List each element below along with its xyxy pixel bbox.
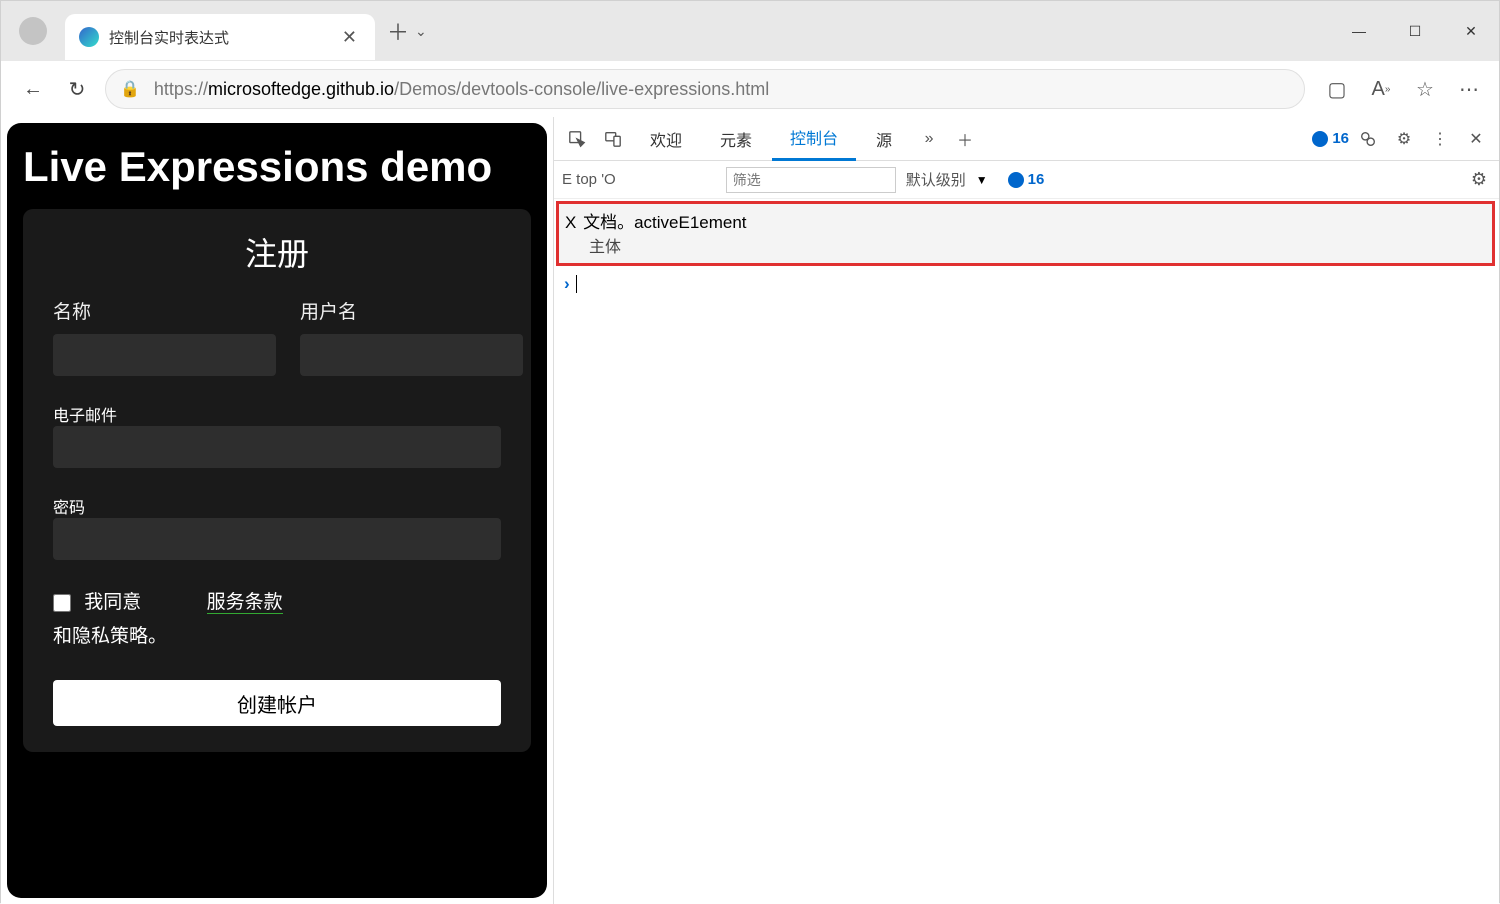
close-devtools-icon[interactable]: ✕	[1459, 122, 1493, 156]
consent-block: 我同意 服务条款 和隐私策略。	[53, 586, 501, 654]
tab-elements[interactable]: 元素	[702, 117, 770, 161]
tab-close-icon[interactable]: ✕	[338, 23, 361, 52]
consent-prefix: 我同意	[84, 592, 141, 613]
browser-window: 控制台实时表达式 ✕ ＋ ⌄ — ☐ ✕ ← ↻ 🔒 https://micro…	[0, 0, 1500, 903]
live-expression-result: 主体	[565, 233, 1486, 257]
console-settings-gear-icon[interactable]: ⚙	[1467, 165, 1491, 194]
url-host: microsoftedge.github.io	[208, 79, 394, 100]
form-title: 注册	[53, 229, 501, 275]
execution-context[interactable]: E top 'O	[562, 171, 616, 188]
nav-bar: ← ↻ 🔒 https://microsoftedge.github.io/De…	[1, 61, 1499, 117]
tab-title: 控制台实时表达式	[109, 27, 328, 48]
devtools-panel: 欢迎 元素 控制台 源 » ＋ 16 ⚙ ⋮ ✕ E top 'O	[553, 117, 1499, 904]
read-aloud-icon[interactable]: A»	[1361, 69, 1401, 109]
issues-dot-icon	[1008, 172, 1024, 188]
chevron-down-icon[interactable]: ▼	[976, 173, 988, 187]
console-prompt[interactable]: ›	[554, 268, 1499, 300]
new-tab-button[interactable]: ＋	[387, 15, 409, 47]
live-expression-box[interactable]: X 文档。activeE1ement 主体	[556, 201, 1495, 266]
app-icon[interactable]: ▢	[1317, 69, 1357, 109]
profile-avatar-icon[interactable]	[19, 17, 47, 45]
password-label: 密码	[53, 494, 501, 518]
kebab-menu-icon[interactable]: ⋮	[1423, 122, 1457, 156]
url-path: /Demos/devtools-console/live-expressions…	[394, 79, 769, 100]
tab-console[interactable]: 控制台	[772, 117, 856, 161]
name-label: 名称	[53, 297, 276, 324]
consent-checkbox[interactable]	[53, 594, 71, 612]
address-bar[interactable]: 🔒 https://microsoftedge.github.io/Demos/…	[105, 69, 1305, 109]
username-input[interactable]	[300, 334, 523, 376]
device-toggle-icon[interactable]	[596, 122, 630, 156]
live-expression-text[interactable]: 文档。activeE1ement	[583, 213, 746, 232]
prompt-chevron-icon: ›	[564, 274, 570, 294]
issues-dot-icon	[1312, 131, 1328, 147]
console-filter-bar: E top 'O 默认级别 ▼ 16 ⚙	[554, 161, 1499, 199]
remove-expression-icon[interactable]: X	[565, 213, 576, 232]
email-label: 电子邮件	[53, 402, 501, 426]
tab-actions-dropdown-icon[interactable]: ⌄	[415, 23, 427, 40]
maximize-button[interactable]: ☐	[1387, 1, 1443, 61]
create-account-button[interactable]: 创建帐户	[53, 680, 501, 726]
back-button[interactable]: ←	[11, 67, 55, 111]
issues-count: 16	[1332, 130, 1349, 147]
page-demo: Live Expressions demo 注册 名称 用户名 电子邮件	[7, 123, 547, 898]
more-tabs-icon[interactable]: »	[912, 122, 946, 156]
content-area: Live Expressions demo 注册 名称 用户名 电子邮件	[1, 117, 1499, 904]
tab-welcome[interactable]: 欢迎	[632, 117, 700, 161]
registration-form: 注册 名称 用户名 电子邮件 密码	[23, 209, 531, 752]
log-level-selector[interactable]: 默认级别	[906, 169, 966, 190]
inspect-element-icon[interactable]	[560, 122, 594, 156]
url-protocol: https://	[154, 79, 208, 100]
page-title: Live Expressions demo	[23, 143, 531, 191]
favorite-icon[interactable]: ☆	[1405, 69, 1445, 109]
settings-gear-icon[interactable]: ⚙	[1387, 122, 1421, 156]
issues-badge[interactable]: 16	[1312, 130, 1349, 147]
filter-issues-count: 16	[1028, 171, 1045, 188]
name-input[interactable]	[53, 334, 276, 376]
tos-link[interactable]: 服务条款	[207, 592, 283, 614]
email-input[interactable]	[53, 426, 501, 468]
consent-suffix: 和隐私策略。	[53, 626, 167, 647]
password-input[interactable]	[53, 518, 501, 560]
close-window-button[interactable]: ✕	[1443, 1, 1499, 61]
lock-icon: 🔒	[120, 79, 140, 99]
filter-input[interactable]	[726, 167, 896, 193]
add-tab-icon[interactable]: ＋	[948, 122, 982, 156]
text-cursor	[576, 275, 577, 293]
username-label: 用户名	[300, 297, 523, 324]
minimize-button[interactable]: —	[1331, 1, 1387, 61]
nav-right: ▢ A» ☆ ⋯	[1317, 69, 1489, 109]
filter-issues-badge[interactable]: 16	[1008, 171, 1045, 188]
tab-sources[interactable]: 源	[858, 117, 910, 161]
edge-icon	[79, 27, 99, 47]
feedback-icon[interactable]	[1351, 122, 1385, 156]
devtools-tab-bar: 欢迎 元素 控制台 源 » ＋ 16 ⚙ ⋮ ✕	[554, 117, 1499, 161]
title-bar: 控制台实时表达式 ✕ ＋ ⌄ — ☐ ✕	[1, 1, 1499, 61]
window-controls: — ☐ ✕	[1331, 1, 1499, 61]
browser-tab[interactable]: 控制台实时表达式 ✕	[65, 14, 375, 60]
more-icon[interactable]: ⋯	[1449, 69, 1489, 109]
refresh-button[interactable]: ↻	[55, 67, 99, 111]
